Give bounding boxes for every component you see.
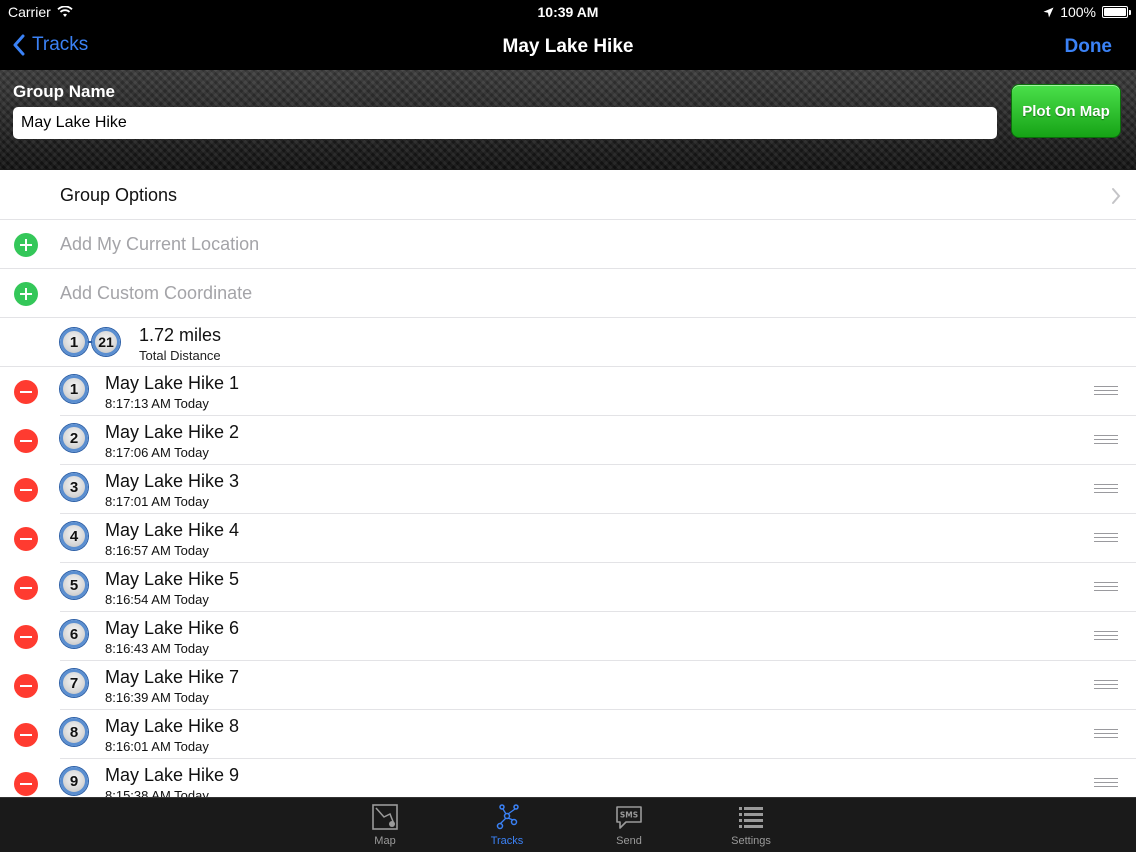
app-root: Carrier 10:39 AM 100% Tracks May Lake Hi… [0, 0, 1136, 852]
tab-settings-label: Settings [731, 835, 771, 847]
reorder-handle-icon[interactable] [1094, 778, 1118, 788]
add-current-location-row[interactable]: Add My Current Location [0, 220, 1136, 269]
delete-icon[interactable] [14, 772, 38, 796]
track-index-badge: 3 [60, 473, 88, 501]
map-icon [372, 804, 398, 830]
track-index-badge: 7 [60, 669, 88, 697]
group-name-label: Group Name [13, 82, 116, 101]
track-index-badge: 6 [60, 620, 88, 648]
track-time: 8:16:39 AM Today [105, 690, 209, 705]
add-custom-coordinate-label: Add Custom Coordinate [60, 283, 253, 303]
reorder-handle-icon[interactable] [1094, 582, 1118, 592]
track-time: 8:16:43 AM Today [105, 641, 209, 656]
track-name: May Lake Hike 2 [105, 422, 240, 442]
tab-tracks-label: Tracks [490, 835, 524, 847]
battery-percent: 100% [1060, 4, 1096, 20]
tab-tracks[interactable]: Tracks [462, 802, 552, 847]
end-index-badge: 21 [92, 328, 120, 356]
track-row[interactable]: 9 May Lake Hike 9 8:15:38 AM Today [0, 759, 1136, 797]
track-time: 8:17:06 AM Today [105, 445, 209, 460]
tab-bar: Map Tracks SMS Send Settings [0, 797, 1136, 852]
reorder-handle-icon[interactable] [1094, 729, 1118, 739]
track-name: May Lake Hike 3 [105, 471, 240, 491]
track-time: 8:15:38 AM Today [105, 788, 209, 797]
tab-settings[interactable]: Settings [706, 802, 796, 847]
reorder-handle-icon[interactable] [1094, 533, 1118, 543]
delete-icon[interactable] [14, 429, 38, 453]
sms-bubble-icon: SMS [616, 806, 642, 829]
chevron-right-icon [1112, 188, 1121, 204]
track-row[interactable]: 3 May Lake Hike 3 8:17:01 AM Today [0, 465, 1136, 514]
delete-icon[interactable] [14, 576, 38, 600]
plot-on-map-button[interactable]: Plot On Map [1011, 84, 1121, 138]
status-time: 10:39 AM [537, 4, 599, 20]
track-index-badge: 5 [60, 571, 88, 599]
track-name: May Lake Hike 8 [105, 716, 240, 736]
delete-icon[interactable] [14, 478, 38, 502]
track-index-badge: 4 [60, 522, 88, 550]
track-row[interactable]: 2 May Lake Hike 2 8:17:06 AM Today [0, 416, 1136, 465]
tracks-icon [496, 804, 519, 830]
reorder-handle-icon[interactable] [1094, 680, 1118, 690]
track-name: May Lake Hike 5 [105, 569, 240, 589]
track-time: 8:16:54 AM Today [105, 592, 209, 607]
tab-map[interactable]: Map [340, 802, 430, 847]
delete-icon[interactable] [14, 380, 38, 404]
track-index-badge: 1 [60, 375, 88, 403]
track-time: 8:17:01 AM Today [105, 494, 209, 509]
track-time: 8:16:57 AM Today [105, 543, 209, 558]
delete-icon[interactable] [14, 527, 38, 551]
reorder-handle-icon[interactable] [1094, 386, 1118, 396]
reorder-handle-icon[interactable] [1094, 484, 1118, 494]
status-bar: Carrier 10:39 AM 100% [0, 0, 1136, 24]
total-distance-value: 1.72 miles [139, 325, 222, 345]
track-row[interactable]: 5 May Lake Hike 5 8:16:54 AM Today [0, 563, 1136, 612]
tab-send-label: Send [616, 835, 642, 847]
done-button[interactable]: Done [1065, 36, 1113, 58]
track-time: 8:16:01 AM Today [105, 739, 209, 754]
sms-glyph: SMS [620, 811, 638, 820]
track-row[interactable]: 6 May Lake Hike 6 8:16:43 AM Today [0, 612, 1136, 661]
navigation-bar: Tracks May Lake Hike Done [0, 24, 1136, 70]
group-options-row[interactable]: Group Options [0, 171, 1136, 220]
track-name: May Lake Hike 1 [105, 373, 240, 393]
total-distance-row: 1 21 1.72 miles Total Distance [0, 318, 1136, 367]
add-custom-coordinate-row[interactable]: Add Custom Coordinate [0, 269, 1136, 318]
track-index-badge: 8 [60, 718, 88, 746]
delete-icon[interactable] [14, 674, 38, 698]
start-index-badge: 1 [60, 328, 88, 356]
track-index-badge: 9 [60, 767, 88, 795]
status-right: 100% [1043, 4, 1131, 20]
list-icon [739, 807, 763, 828]
reorder-handle-icon[interactable] [1094, 435, 1118, 445]
track-row[interactable]: 8 May Lake Hike 8 8:16:01 AM Today [0, 710, 1136, 759]
group-name-input[interactable] [13, 107, 997, 139]
page-title: May Lake Hike [502, 36, 634, 57]
track-name: May Lake Hike 7 [105, 667, 240, 687]
track-list: Group Options Add My Current Location Ad… [0, 171, 1136, 797]
tab-map-label: Map [374, 835, 396, 847]
track-name: May Lake Hike 4 [105, 520, 240, 540]
track-row[interactable]: 1 May Lake Hike 1 8:17:13 AM Today [0, 367, 1136, 416]
add-icon[interactable] [14, 233, 38, 257]
group-options-label: Group Options [60, 185, 178, 205]
track-row[interactable]: 4 May Lake Hike 4 8:16:57 AM Today [0, 514, 1136, 563]
track-row[interactable]: 7 May Lake Hike 7 8:16:39 AM Today [0, 661, 1136, 710]
add-current-location-label: Add My Current Location [60, 234, 260, 254]
track-time: 8:17:13 AM Today [105, 396, 209, 411]
delete-icon[interactable] [14, 723, 38, 747]
track-name: May Lake Hike 6 [105, 618, 240, 638]
delete-icon[interactable] [14, 625, 38, 649]
battery-icon [1102, 6, 1131, 18]
group-header-panel: Group Name Plot On Map [0, 70, 1136, 170]
add-icon[interactable] [14, 282, 38, 306]
tab-send[interactable]: SMS Send [584, 802, 674, 847]
reorder-handle-icon[interactable] [1094, 631, 1118, 641]
track-index-badge: 2 [60, 424, 88, 452]
location-arrow-icon [1043, 7, 1054, 17]
track-name: May Lake Hike 9 [105, 765, 240, 785]
total-distance-label: Total Distance [139, 348, 221, 363]
